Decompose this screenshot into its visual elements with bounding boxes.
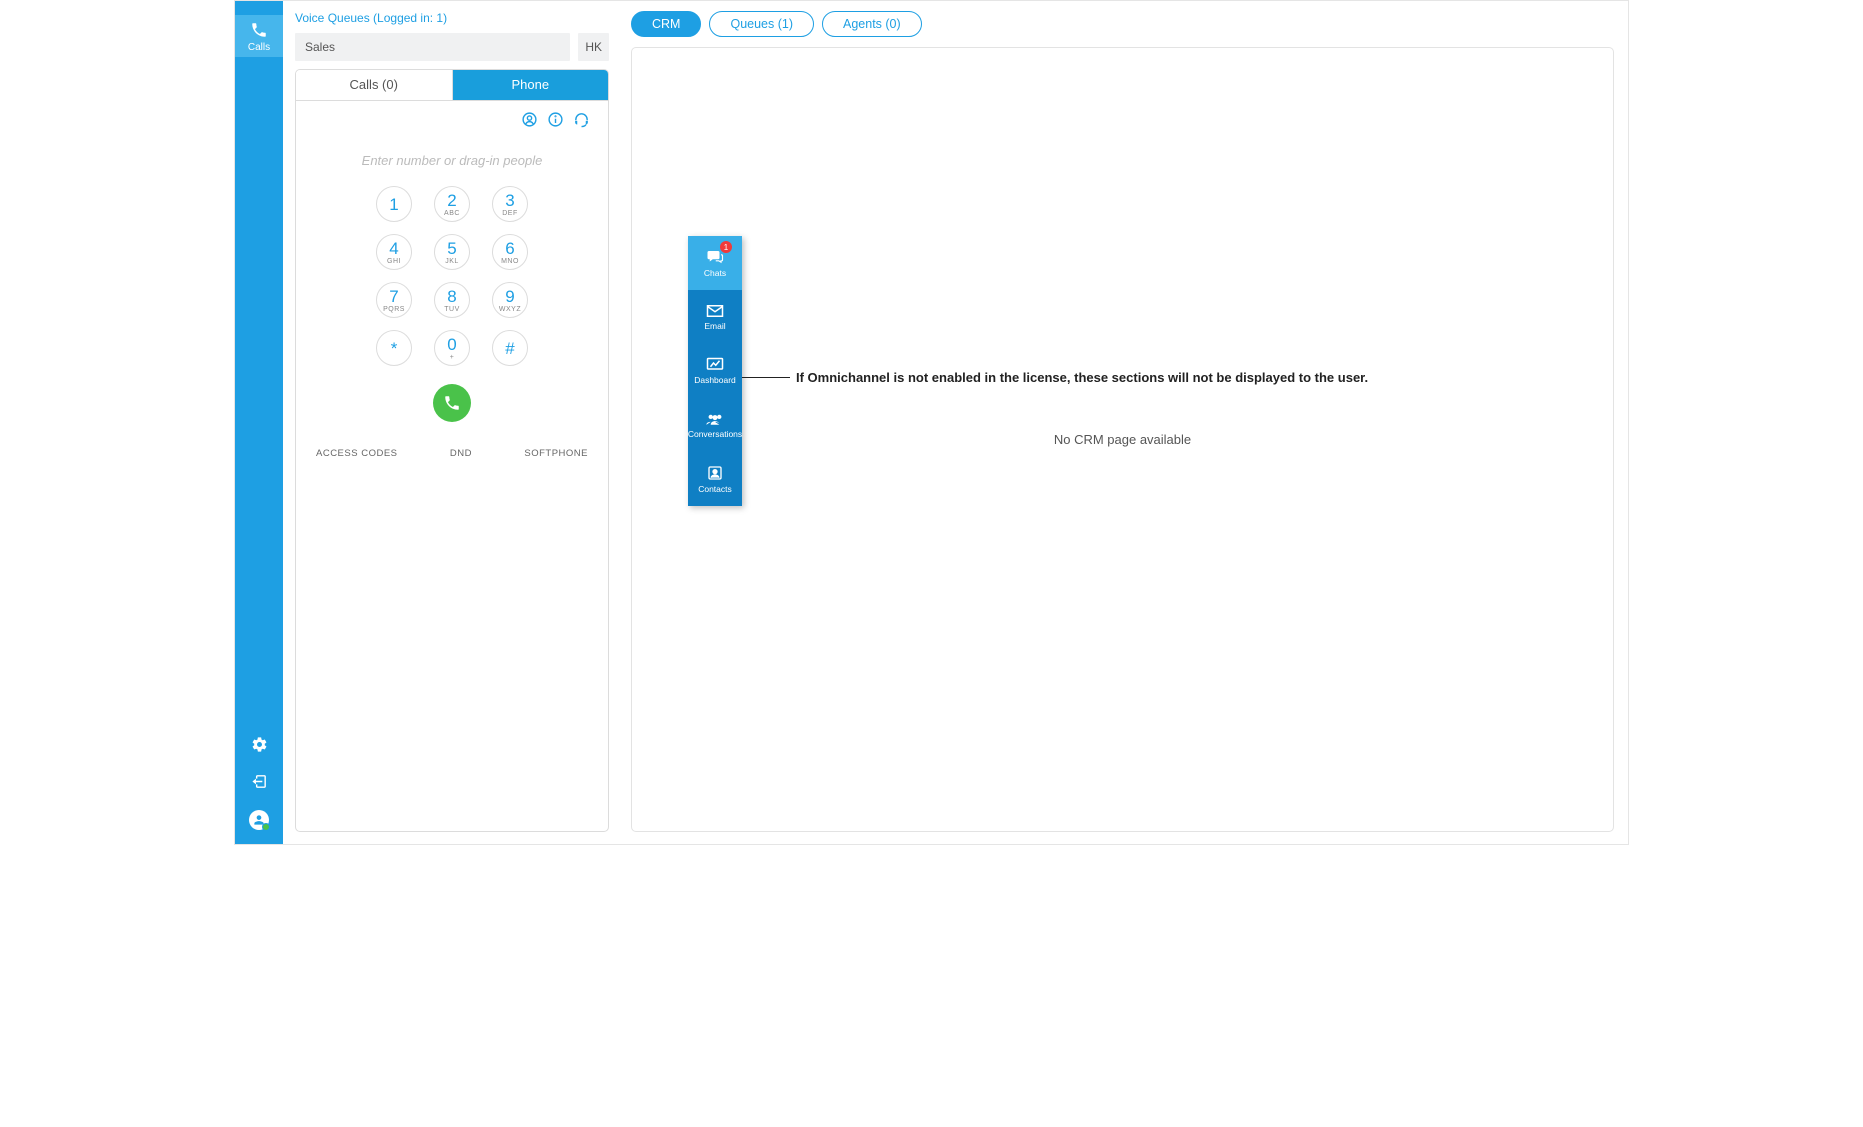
key-1[interactable]: 1 <box>376 186 412 222</box>
logout-icon <box>251 773 268 790</box>
key-6[interactable]: 6MNO <box>492 234 528 270</box>
voice-queues-title: Voice Queues (Logged in: 1) <box>295 11 447 25</box>
rail-calls[interactable]: Calls <box>235 15 283 57</box>
tab-agents[interactable]: Agents (0) <box>822 11 922 37</box>
headset-icon[interactable] <box>572 111 590 129</box>
calls-panel: Voice Queues (Logged in: 1) Sales HK Cal… <box>283 1 621 844</box>
chats-badge: 1 <box>720 241 732 253</box>
key-7[interactable]: 7PQRS <box>376 282 412 318</box>
logout-button[interactable] <box>251 773 268 790</box>
phone-icon <box>250 21 268 39</box>
key-0[interactable]: 0+ <box>434 330 470 366</box>
gear-icon <box>251 736 268 753</box>
annotation-line <box>742 377 790 378</box>
call-button[interactable] <box>433 384 471 422</box>
dashboard-icon <box>706 357 724 372</box>
contacts-icon[interactable] <box>520 111 538 129</box>
key-4[interactable]: 4GHI <box>376 234 412 270</box>
info-icon[interactable] <box>546 111 564 129</box>
status-dot-online <box>262 823 270 831</box>
omni-email[interactable]: Email <box>688 290 742 344</box>
settings-button[interactable] <box>251 736 268 753</box>
tab-crm[interactable]: CRM <box>631 11 701 37</box>
omni-chats[interactable]: 1 Chats <box>688 236 742 290</box>
queue-selector[interactable]: Sales <box>295 33 570 61</box>
softphone-link[interactable]: SOFTPHONE <box>524 448 588 459</box>
key-hash[interactable]: # <box>492 330 528 366</box>
crm-content: 1 Chats Email Dashboard Conversations Co… <box>631 47 1614 832</box>
key-9[interactable]: 9WXYZ <box>492 282 528 318</box>
top-tabs: CRM Queues (1) Agents (0) <box>631 11 1614 37</box>
access-codes-link[interactable]: ACCESS CODES <box>316 448 398 459</box>
omni-dashboard[interactable]: Dashboard <box>688 344 742 398</box>
conversations-icon <box>705 412 725 426</box>
email-icon <box>706 304 724 318</box>
left-rail: Calls <box>235 1 283 844</box>
omni-contacts[interactable]: Contacts <box>688 452 742 506</box>
tab-queues[interactable]: Queues (1) <box>709 11 814 37</box>
tab-calls[interactable]: Calls (0) <box>296 70 453 100</box>
dnd-link[interactable]: DND <box>450 448 472 459</box>
omnichannel-nav: 1 Chats Email Dashboard Conversations Co… <box>688 236 742 506</box>
key-5[interactable]: 5JKL <box>434 234 470 270</box>
no-crm-message: No CRM page available <box>1054 432 1191 447</box>
rail-calls-label: Calls <box>248 42 270 53</box>
omni-conversations[interactable]: Conversations <box>688 398 742 452</box>
phone-card: Calls (0) Phone Enter number or drag-in … <box>295 69 609 832</box>
annotation-text: If Omnichannel is not enabled in the lic… <box>796 370 1368 385</box>
tab-phone[interactable]: Phone <box>453 70 609 100</box>
call-icon <box>443 394 461 412</box>
key-2[interactable]: 2ABC <box>434 186 470 222</box>
user-avatar[interactable] <box>249 810 269 830</box>
key-8[interactable]: 8TUV <box>434 282 470 318</box>
hk-badge[interactable]: HK <box>578 33 609 61</box>
contacts-card-icon <box>707 465 723 481</box>
keypad: 1 2ABC 3DEF 4GHI 5JKL 6MNO 7PQRS 8TUV 9W… <box>314 186 590 366</box>
key-3[interactable]: 3DEF <box>492 186 528 222</box>
number-input[interactable]: Enter number or drag-in people <box>314 153 590 168</box>
main-area: CRM Queues (1) Agents (0) 1 Chats Email … <box>621 1 1628 844</box>
key-star[interactable]: * <box>376 330 412 366</box>
